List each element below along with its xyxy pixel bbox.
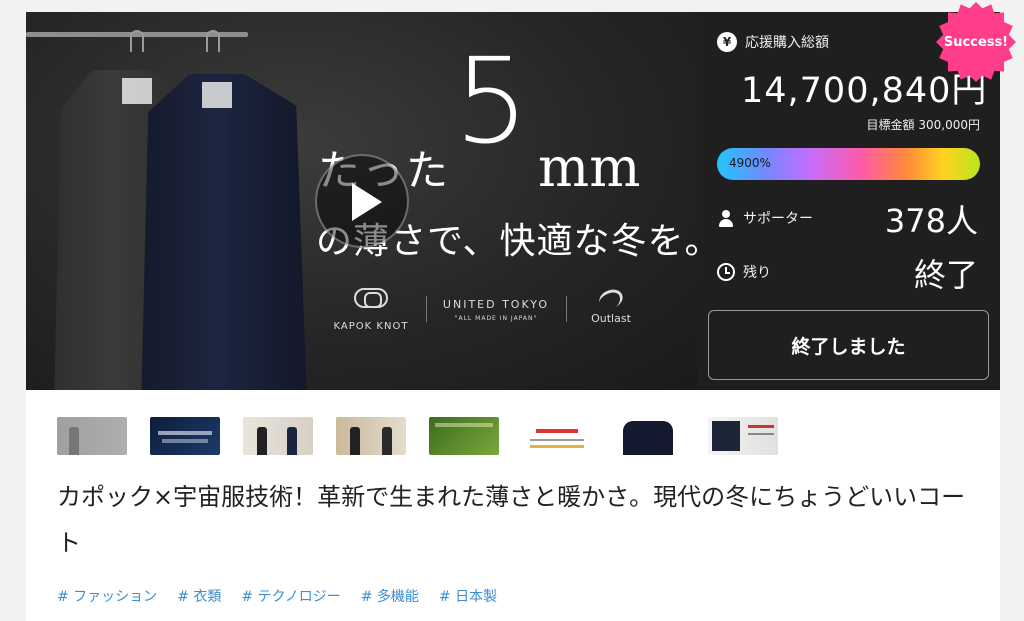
supporters-count: 378人 [884, 202, 978, 240]
progress-percent: 4900% [729, 156, 771, 170]
divider [426, 296, 427, 322]
total-label: 応援購入総額 [745, 35, 829, 51]
thumbnail-7[interactable] [615, 417, 685, 455]
project-video[interactable]: たった 5 mm の薄さで、快適な冬を。 KAPOK KNOT UNITED T… [26, 12, 697, 390]
clock-icon [717, 263, 735, 281]
remaining-label: 残り [743, 265, 771, 281]
user-icon [717, 209, 735, 227]
outlast-swirl-icon [596, 286, 626, 312]
project-title: カポック×宇宙服技術！革新で生まれた薄さと暖かさ。現代の冬にちょうどいいコート [57, 483, 966, 557]
thumbnail-6[interactable] [522, 417, 592, 455]
hero-unit: mm [538, 136, 641, 199]
tag-multifunction[interactable]: # 多機能 [361, 586, 419, 606]
thumbnail-2[interactable] [150, 417, 220, 455]
tag-technology[interactable]: # テクノロジー [241, 586, 340, 606]
thumbnail-4[interactable] [336, 417, 406, 455]
brand-logos: KAPOK KNOT UNITED TOKYO "ALL MADE IN JAP… [326, 286, 656, 338]
coat-tag [202, 82, 232, 108]
supporters-row: サポーター [717, 208, 813, 228]
thumbnail-3[interactable] [243, 417, 313, 455]
hanger-hook [130, 30, 144, 52]
outlast-logo: Outlast [576, 286, 646, 325]
supporters-label: サポーター [743, 211, 813, 227]
thumbnail-1[interactable] [57, 417, 127, 455]
yen-icon: ¥ [717, 32, 737, 52]
thumbnail-strip [57, 417, 778, 455]
project-card: たった 5 mm の薄さで、快適な冬を。 KAPOK KNOT UNITED T… [26, 12, 1000, 621]
remaining-value: 終了 [913, 256, 978, 294]
coat-tag [122, 78, 152, 104]
tag-made-in-japan[interactable]: # 日本製 [439, 586, 497, 606]
thumbnail-5[interactable] [429, 417, 499, 455]
ended-button[interactable]: 終了しました [708, 310, 989, 380]
hero-big-number: 5 [454, 32, 530, 170]
play-button[interactable] [315, 154, 409, 248]
hanger-hook [206, 30, 220, 52]
remaining-row: 残り [717, 262, 771, 282]
united-tokyo-logo: UNITED TOKYO "ALL MADE IN JAPAN" [442, 298, 550, 322]
total-label-row: ¥ 応援購入総額 [717, 32, 829, 52]
tag-list: # ファッション # 衣類 # テクノロジー # 多機能 # 日本製 [57, 586, 497, 606]
knot-icon [354, 288, 388, 308]
success-badge: Success! [936, 2, 1016, 82]
progress-bar: 4900% [717, 148, 980, 180]
tag-fashion[interactable]: # ファッション [57, 586, 157, 606]
thumbnail-8[interactable] [708, 417, 778, 455]
divider [566, 296, 567, 322]
kapok-knot-logo: KAPOK KNOT [326, 288, 416, 333]
navy-coat-image [141, 74, 307, 390]
tag-clothing[interactable]: # 衣類 [177, 586, 221, 606]
goal-amount: 目標金額 300,000円 [866, 118, 980, 132]
